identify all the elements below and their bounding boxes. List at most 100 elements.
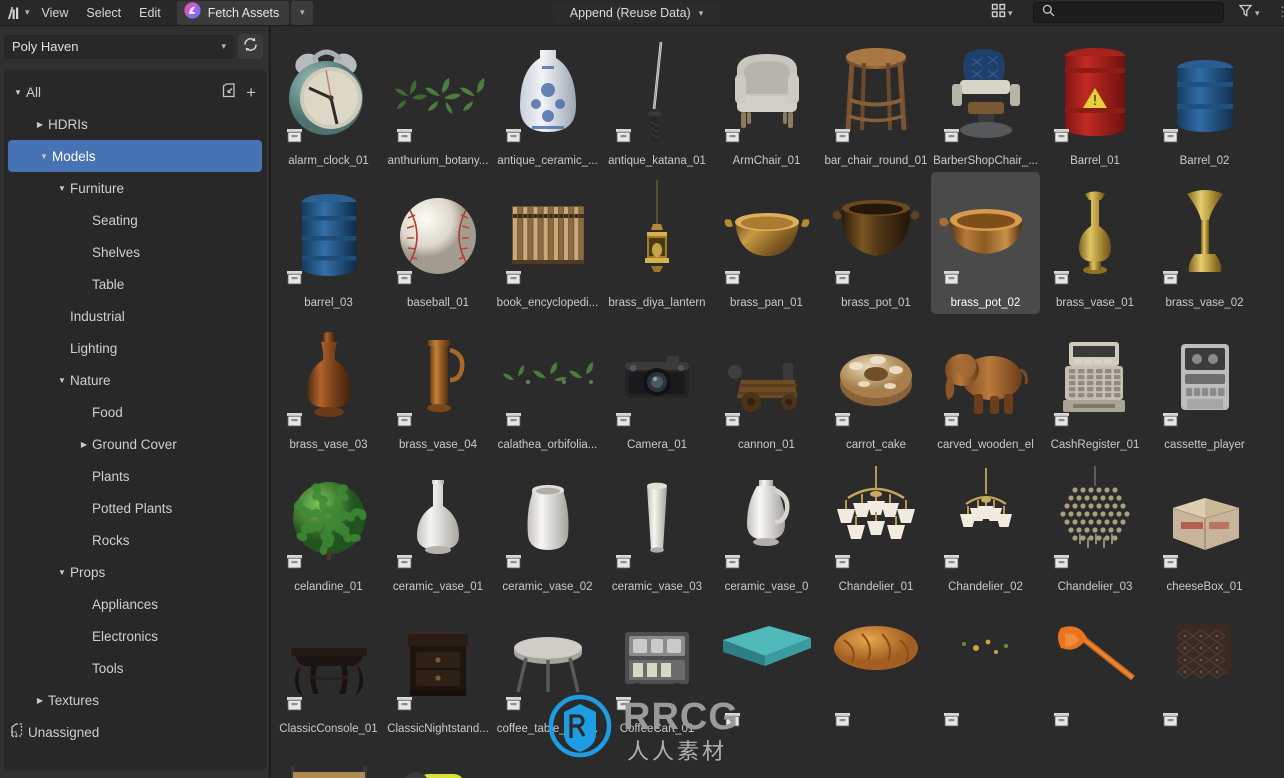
display-mode-selector[interactable]: ▾ xyxy=(991,3,1013,23)
add-catalog-icon[interactable]: + xyxy=(246,84,256,101)
catalog-item-nature[interactable]: ▼ Nature xyxy=(4,364,266,396)
fetch-assets-tab[interactable]: Fetch Assets xyxy=(176,0,290,25)
asset-card[interactable]: brass_pot_01 xyxy=(822,172,931,314)
asset-card[interactable]: antique_ceramic_... xyxy=(493,30,602,172)
asset-card[interactable] xyxy=(931,598,1040,740)
catalog-item-table[interactable]: Table xyxy=(4,268,266,300)
asset-card[interactable] xyxy=(822,598,931,740)
catalog-item-hdris[interactable]: ▶ HDRIs xyxy=(4,108,266,140)
catalog-item-shelves[interactable]: Shelves xyxy=(4,236,266,268)
disclosure-open-icon[interactable]: ▼ xyxy=(10,88,26,97)
asset-card[interactable]: brass_vase_04 xyxy=(384,314,493,456)
asset-card[interactable]: carrot_cake xyxy=(822,314,931,456)
asset-name: Barrel_02 xyxy=(1179,155,1230,167)
catalog-item-all[interactable]: ▼ All + xyxy=(4,76,266,108)
asset-card[interactable]: cassette_player xyxy=(1150,314,1259,456)
asset-card[interactable] xyxy=(712,598,821,740)
catalog-item-furniture[interactable]: ▼ Furniture xyxy=(4,172,266,204)
asset-card[interactable]: cheeseBox_01 xyxy=(1150,456,1259,598)
asset-card[interactable]: carved_wooden_el xyxy=(931,314,1040,456)
asset-grid-region[interactable]: alarm_clock_01 anthurium_botany... antiq… xyxy=(271,26,1284,778)
catalog-item-seating[interactable]: Seating xyxy=(4,204,266,236)
asset-card[interactable]: ArmChair_01 xyxy=(712,30,821,172)
search-input[interactable] xyxy=(1061,5,1211,20)
menu-select[interactable]: Select xyxy=(77,3,130,23)
catalog-item-lighting[interactable]: Lighting xyxy=(4,332,266,364)
asset-card[interactable]: Barrel_02 xyxy=(1150,30,1259,172)
asset-card[interactable]: ceramic_vase_03 xyxy=(603,456,712,598)
asset-card[interactable]: book_encyclopedi... xyxy=(493,172,602,314)
catalog-item-tools[interactable]: Tools xyxy=(4,652,266,684)
catalog-item-ground-cover[interactable]: ▶ Ground Cover xyxy=(4,428,266,460)
catalog-item-appliances[interactable]: Appliances xyxy=(4,588,266,620)
asset-card[interactable]: brass_pan_01 xyxy=(712,172,821,314)
asset-card[interactable] xyxy=(1150,598,1259,740)
editor-type-selector[interactable]: ▾ xyxy=(4,3,33,23)
asset-card[interactable]: calathea_orbifolia... xyxy=(493,314,602,456)
menu-view[interactable]: View xyxy=(33,3,78,23)
asset-card[interactable]: brass_vase_03 xyxy=(274,314,383,456)
asset-card[interactable]: Chandelier_01 xyxy=(822,456,931,598)
refresh-library-button[interactable] xyxy=(238,34,263,59)
asset-card[interactable] xyxy=(384,740,493,778)
asset-card[interactable]: Chandelier_02 xyxy=(931,456,1040,598)
catalog-item-textures[interactable]: ▶ Textures xyxy=(4,684,266,716)
asset-card[interactable]: ceramic_vase_01 xyxy=(384,456,493,598)
asset-card[interactable]: barrel_03 xyxy=(274,172,383,314)
asset-package-icon xyxy=(1053,412,1070,427)
asset-card[interactable]: brass_pot_02 xyxy=(931,172,1040,314)
asset-card[interactable]: ClassicConsole_01 xyxy=(274,598,383,740)
disclosure-closed-icon[interactable]: ▶ xyxy=(76,440,92,449)
disclosure-open-icon[interactable]: ▼ xyxy=(54,568,70,577)
catalog-item-label: Electronics xyxy=(92,628,159,644)
disclosure-closed-icon[interactable]: ▶ xyxy=(32,120,48,129)
catalog-item-models[interactable]: ▼ Models xyxy=(8,140,262,172)
asset-card[interactable]: CashRegister_01 xyxy=(1041,314,1150,456)
asset-name: ceramic_vase_01 xyxy=(392,581,484,593)
asset-library-dropdown[interactable]: Poly Haven ▾ xyxy=(4,34,234,59)
library-selector: Poly Haven ▾ xyxy=(4,34,263,59)
catalog-item-potted-plants[interactable]: Potted Plants xyxy=(4,492,266,524)
catalog-item-unassigned[interactable]: Unassigned xyxy=(4,716,266,748)
asset-card[interactable]: alarm_clock_01 xyxy=(274,30,383,172)
asset-card[interactable]: coffee_table_roun... xyxy=(493,598,602,740)
catalog-item-rocks[interactable]: Rocks xyxy=(4,524,266,556)
filter-selector[interactable]: ▾ xyxy=(1238,3,1260,23)
asset-card[interactable]: cannon_01 xyxy=(712,314,821,456)
asset-card[interactable]: ceramic_vase_02 xyxy=(493,456,602,598)
catalog-item-props[interactable]: ▼ Props xyxy=(4,556,266,588)
asset-card[interactable]: ! Barrel_01 xyxy=(1041,30,1150,172)
asset-card[interactable]: brass_vase_01 xyxy=(1041,172,1150,314)
disclosure-closed-icon[interactable]: ▶ xyxy=(32,696,48,705)
asset-card[interactable]: brass_diya_lantern xyxy=(603,172,712,314)
disclosure-open-icon[interactable]: ▼ xyxy=(54,184,70,193)
asset-card[interactable]: Chandelier_03 xyxy=(1041,456,1150,598)
asset-card[interactable]: antique_katana_01 xyxy=(603,30,712,172)
asset-card[interactable]: celandine_01 xyxy=(274,456,383,598)
asset-card[interactable]: Camera_01 xyxy=(603,314,712,456)
asset-card[interactable]: CoffeeCart_01 xyxy=(603,598,712,740)
asset-card[interactable]: brass_vase_02 xyxy=(1150,172,1259,314)
asset-card[interactable]: anthurium_botany... xyxy=(384,30,493,172)
asset-card[interactable]: baseball_01 xyxy=(384,172,493,314)
asset-name: brass_vase_04 xyxy=(399,439,477,451)
catalog-item-plants[interactable]: Plants xyxy=(4,460,266,492)
disclosure-open-icon[interactable]: ▼ xyxy=(54,376,70,385)
import-method-dropdown[interactable]: Append (Reuse Data) ▾ xyxy=(553,3,720,23)
asset-card[interactable]: BarberShopChair_... xyxy=(931,30,1040,172)
asset-card[interactable] xyxy=(274,740,383,778)
catalog-item-label: HDRIs xyxy=(48,116,88,132)
search-field[interactable] xyxy=(1033,2,1224,23)
asset-card[interactable]: bar_chair_round_01 xyxy=(822,30,931,172)
catalog-item-food[interactable]: Food xyxy=(4,396,266,428)
import-catalog-icon[interactable] xyxy=(222,83,239,101)
asset-card[interactable]: ClassicNightstand... xyxy=(384,598,493,740)
menu-edit[interactable]: Edit xyxy=(130,3,170,23)
asset-card[interactable]: ceramic_vase_0 xyxy=(712,456,821,598)
disclosure-open-icon[interactable]: ▼ xyxy=(36,152,52,161)
fetch-assets-dropdown[interactable]: ▾ xyxy=(291,0,314,25)
catalog-item-electronics[interactable]: Electronics xyxy=(4,620,266,652)
region-overflow-handle[interactable]: ⋮⋮ xyxy=(1276,4,1284,20)
asset-card[interactable] xyxy=(1041,598,1150,740)
catalog-item-industrial[interactable]: Industrial xyxy=(4,300,266,332)
